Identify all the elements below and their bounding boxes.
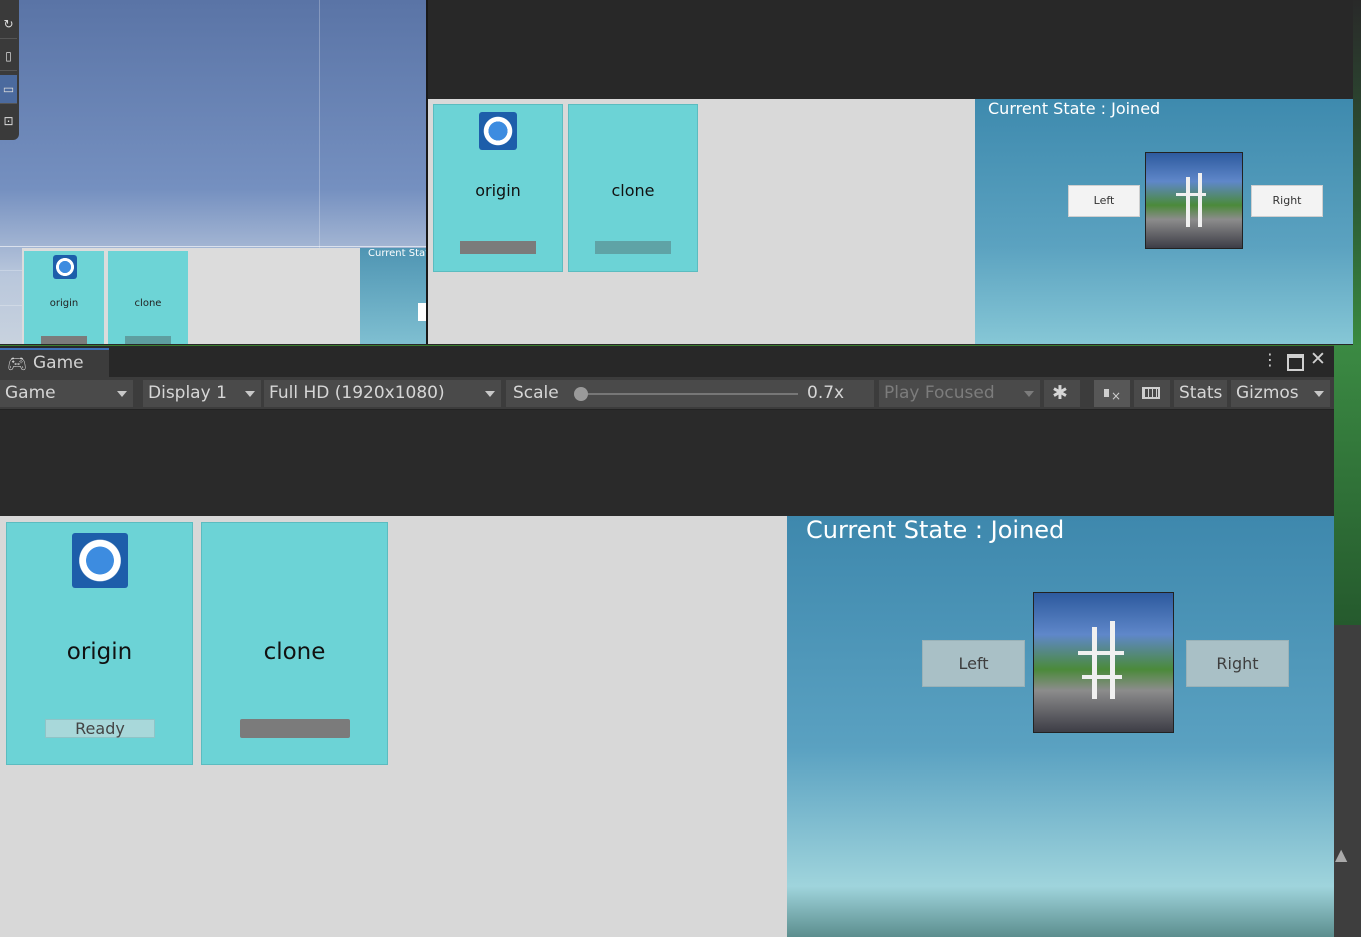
tab-game[interactable]: 🎮︎ Game bbox=[0, 348, 109, 377]
scene-button-preview bbox=[418, 303, 426, 321]
origin-card: origin Ready bbox=[6, 522, 193, 765]
scale-value: 0.7x bbox=[807, 383, 845, 403]
scene-origin-label: origin bbox=[49, 298, 79, 309]
background-window-edge bbox=[1353, 0, 1361, 345]
scroll-up-icon[interactable]: ▲ bbox=[1335, 845, 1347, 864]
game-thumbnail-icon bbox=[1033, 592, 1174, 733]
view-dropdown-label: Game bbox=[5, 383, 56, 403]
resolution-dropdown[interactable]: Full HD (1920x1080) bbox=[264, 380, 501, 407]
mute-audio-icon[interactable]: × bbox=[1094, 380, 1130, 407]
play-mode-dropdown[interactable]: Play Focused bbox=[879, 380, 1040, 407]
game-window-tabbar: ⋮ ✕ bbox=[0, 345, 1334, 378]
rotate-tool-icon[interactable]: ↻ bbox=[0, 10, 17, 39]
origin-label: origin bbox=[66, 639, 133, 665]
resolution-dropdown-label: Full HD (1920x1080) bbox=[269, 383, 445, 403]
top-left-button[interactable]: Left bbox=[1068, 185, 1140, 217]
state-text: Current State : Joined bbox=[806, 516, 1065, 544]
scene-origin-card: origin bbox=[24, 251, 104, 344]
kebab-menu-icon[interactable]: ⋮ bbox=[1262, 352, 1278, 368]
right-button[interactable]: Right bbox=[1186, 640, 1289, 687]
play-mode-dropdown-label: Play Focused bbox=[884, 383, 995, 403]
top-origin-bar bbox=[460, 241, 536, 254]
scale-slider-thumb[interactable] bbox=[574, 387, 588, 401]
scene-tools-panel: ↻ ▯ ▭ ⊡ bbox=[0, 0, 19, 140]
chevron-down-icon bbox=[1024, 391, 1034, 397]
background-window-edge-lower: ▲ bbox=[1334, 345, 1361, 937]
game-thumbnail-icon bbox=[1145, 152, 1243, 249]
top-clone-label: clone bbox=[611, 181, 655, 200]
clone-label: clone bbox=[263, 639, 326, 665]
bug-icon[interactable]: ✱ bbox=[1044, 380, 1080, 407]
top-right-button[interactable]: Right bbox=[1251, 185, 1323, 217]
game-letterbox bbox=[0, 410, 1334, 516]
chevron-down-icon bbox=[245, 391, 255, 397]
rect-tool-icon[interactable]: ▭ bbox=[0, 75, 17, 104]
top-origin-card: origin bbox=[433, 104, 563, 272]
top-game-sky: Current State : Joined Left Right bbox=[975, 99, 1353, 344]
top-state-text: Current State : Joined bbox=[988, 99, 1161, 118]
scene-sky-preview: Current Stat bbox=[360, 248, 430, 344]
chevron-down-icon bbox=[117, 391, 127, 397]
view-dropdown[interactable]: Game bbox=[0, 380, 133, 407]
scene-clone-label: clone bbox=[134, 298, 162, 309]
gizmos-button[interactable]: Gizmos bbox=[1231, 380, 1330, 407]
spinner-icon bbox=[479, 112, 517, 150]
chevron-down-icon bbox=[1314, 391, 1324, 397]
transform-tool-icon[interactable]: ⊡ bbox=[0, 107, 17, 135]
scene-clone-card: clone bbox=[108, 251, 188, 344]
spinner-icon bbox=[53, 255, 77, 279]
top-game-letterbox bbox=[428, 0, 1361, 99]
top-game-canvas: origin clone bbox=[428, 99, 975, 344]
scale-slider-track[interactable] bbox=[586, 393, 798, 395]
close-icon[interactable]: ✕ bbox=[1310, 348, 1326, 370]
scene-origin-bar bbox=[41, 336, 87, 344]
gamepad-icon: 🎮︎ bbox=[7, 354, 28, 373]
gizmos-label: Gizmos bbox=[1236, 383, 1299, 403]
scale-label: Scale bbox=[513, 383, 559, 403]
display-dropdown-label: Display 1 bbox=[148, 383, 227, 403]
top-origin-label: origin bbox=[475, 181, 521, 200]
scale-tool-icon[interactable]: ▯ bbox=[0, 42, 17, 71]
clone-card: clone bbox=[201, 522, 388, 765]
keyboard-icon[interactable] bbox=[1134, 380, 1170, 407]
chevron-down-icon bbox=[485, 391, 495, 397]
spinner-icon bbox=[72, 533, 128, 588]
stats-button[interactable]: Stats bbox=[1174, 380, 1227, 407]
ready-button[interactable]: Ready bbox=[45, 719, 155, 738]
top-clone-bar bbox=[595, 241, 671, 254]
display-dropdown[interactable]: Display 1 bbox=[143, 380, 261, 407]
tab-game-label: Game bbox=[33, 353, 84, 373]
clone-status-bar bbox=[240, 719, 350, 738]
scene-state-text: Current Stat bbox=[368, 248, 430, 259]
top-clone-card: clone bbox=[568, 104, 698, 272]
game-canvas: origin Ready clone bbox=[0, 516, 787, 937]
game-sky: Current State : Joined Left Right bbox=[787, 516, 1334, 937]
scale-control: Scale 0.7x bbox=[506, 380, 874, 407]
maximize-icon[interactable] bbox=[1287, 354, 1304, 371]
left-button[interactable]: Left bbox=[922, 640, 1025, 687]
scene-clone-bar bbox=[125, 336, 171, 344]
